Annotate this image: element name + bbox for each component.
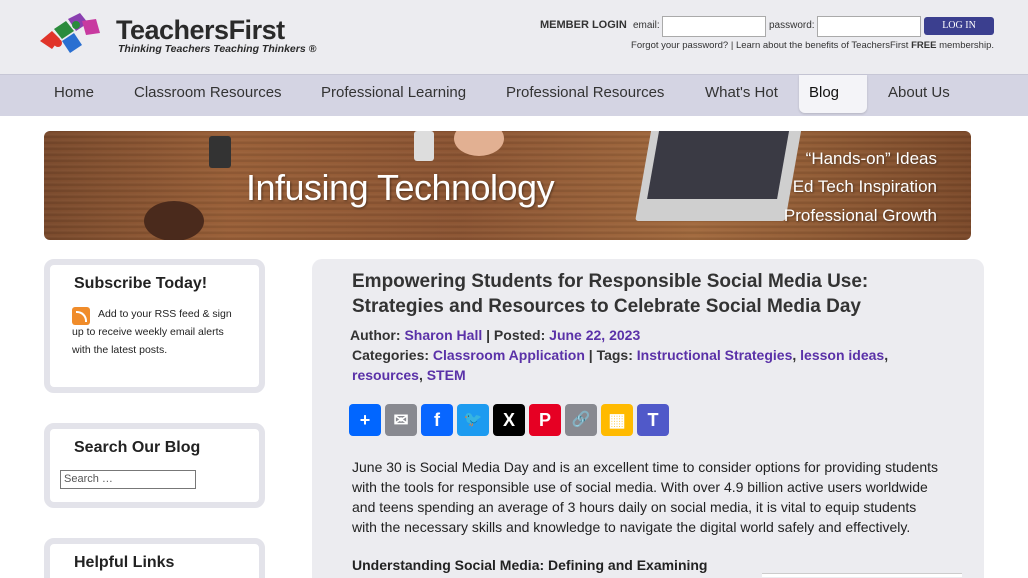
search-widget: Search Our Blog Search … — [44, 423, 265, 508]
post-meta-author: Author: Sharon Hall | Posted: June 22, 2… — [350, 325, 950, 345]
google-classroom-icon[interactable]: ▦ — [601, 404, 633, 436]
blog-search-input[interactable]: Search … — [60, 470, 196, 489]
brand-tagline: Thinking Teachers Teaching Thinkers ® — [118, 43, 317, 55]
tags-label: | Tags: — [588, 347, 633, 363]
nav-professional-learning[interactable]: Professional Learning — [321, 75, 466, 113]
share-icon[interactable]: + — [349, 404, 381, 436]
post-meta-categories: Categories: Classroom Application | Tags… — [352, 347, 889, 383]
puzzle-logo-icon — [40, 13, 100, 53]
helpful-links-widget: Helpful Links — [44, 538, 265, 578]
login-help: Forgot your password? | Learn about the … — [560, 40, 994, 51]
search-title: Search Our Blog — [74, 439, 201, 456]
nav-blog[interactable]: Blog — [799, 75, 867, 113]
nav-about-us[interactable]: About Us — [888, 75, 950, 113]
tag-link[interactable]: Instructional Strategies — [637, 347, 793, 363]
forgot-password-link[interactable]: Forgot your password? | — [631, 40, 733, 51]
member-login: MEMBER LOGIN email: password: LOG IN — [540, 16, 1000, 37]
benefits-prefix: Learn about the benefits of TeachersFirs… — [735, 40, 909, 51]
blog-post: Empowering Students for Responsible Soci… — [312, 259, 984, 578]
nav-professional-resources[interactable]: Professional Resources — [506, 75, 664, 113]
teams-icon[interactable]: T — [637, 404, 669, 436]
facebook-icon[interactable]: f — [421, 404, 453, 436]
post-subheading: Understanding Social Media: Defining and… — [352, 557, 708, 573]
subscribe-title: Subscribe Today! — [74, 275, 208, 292]
tag-link[interactable]: lesson ideas — [800, 347, 884, 363]
pinterest-icon[interactable]: P — [529, 404, 561, 436]
inline-image-edge — [762, 573, 962, 577]
nav-whats-hot[interactable]: What's Hot — [705, 75, 778, 113]
helpful-links-title: Helpful Links — [74, 554, 175, 571]
x-icon[interactable]: X — [493, 404, 525, 436]
laptop-image — [635, 131, 803, 221]
subscribe-text: Add to your RSS feed & sign up to receiv… — [72, 308, 232, 356]
author-link[interactable]: Sharon Hall — [404, 327, 482, 343]
nav-home[interactable]: Home — [54, 75, 94, 113]
post-intro: June 30 is Social Media Day and is an ex… — [352, 459, 938, 535]
main-nav: Home Classroom Resources Professional Le… — [0, 74, 1028, 116]
tag-link[interactable]: resources — [352, 367, 419, 383]
nav-classroom-resources[interactable]: Classroom Resources — [134, 75, 282, 113]
categories-label: Categories: — [352, 347, 430, 363]
banner-tag: Professional Growth — [783, 206, 937, 225]
banner-tag: “Hands-on” Ideas — [805, 149, 937, 168]
brand-name: TeachersFirst — [116, 15, 285, 45]
email-field[interactable] — [662, 16, 766, 37]
password-field[interactable] — [817, 16, 921, 37]
post-date-link[interactable]: June 22, 2023 — [549, 327, 640, 343]
hand-image — [144, 201, 204, 240]
phone-image — [209, 136, 231, 168]
banner-tag: Ed Tech Inspiration — [792, 177, 937, 196]
benefits-link[interactable]: Learn about the benefits of TeachersFirs… — [736, 40, 994, 51]
hero-banner: Infusing Technology “Hands-on” Ideas Ed … — [44, 131, 971, 240]
benefits-suffix: membership. — [939, 40, 994, 51]
banner-title: Infusing Technology — [246, 167, 555, 208]
benefits-free: FREE — [911, 40, 937, 51]
password-label: password: — [769, 20, 815, 31]
copy-link-icon[interactable]: 🔗 — [565, 404, 597, 436]
twitter-icon[interactable]: 🐦 — [457, 404, 489, 436]
site-logo[interactable]: TeachersFirst Thinking Teachers Teaching… — [38, 13, 316, 59]
member-login-label: MEMBER LOGIN — [540, 19, 627, 31]
subscribe-widget: Subscribe Today! Add to your RSS feed & … — [44, 259, 265, 393]
post-title: Empowering Students for Responsible Soci… — [352, 271, 869, 317]
phone-image — [414, 131, 434, 161]
email-label: email: — [633, 20, 660, 31]
site-header: TeachersFirst Thinking Teachers Teaching… — [0, 0, 1028, 74]
category-link[interactable]: Classroom Application — [433, 347, 585, 363]
tag-link[interactable]: STEM — [427, 367, 466, 383]
login-button[interactable]: LOG IN — [924, 17, 994, 35]
posted-label: | Posted: — [486, 327, 546, 343]
author-label: Author: — [350, 327, 401, 343]
email-icon[interactable]: ✉ — [385, 404, 417, 436]
